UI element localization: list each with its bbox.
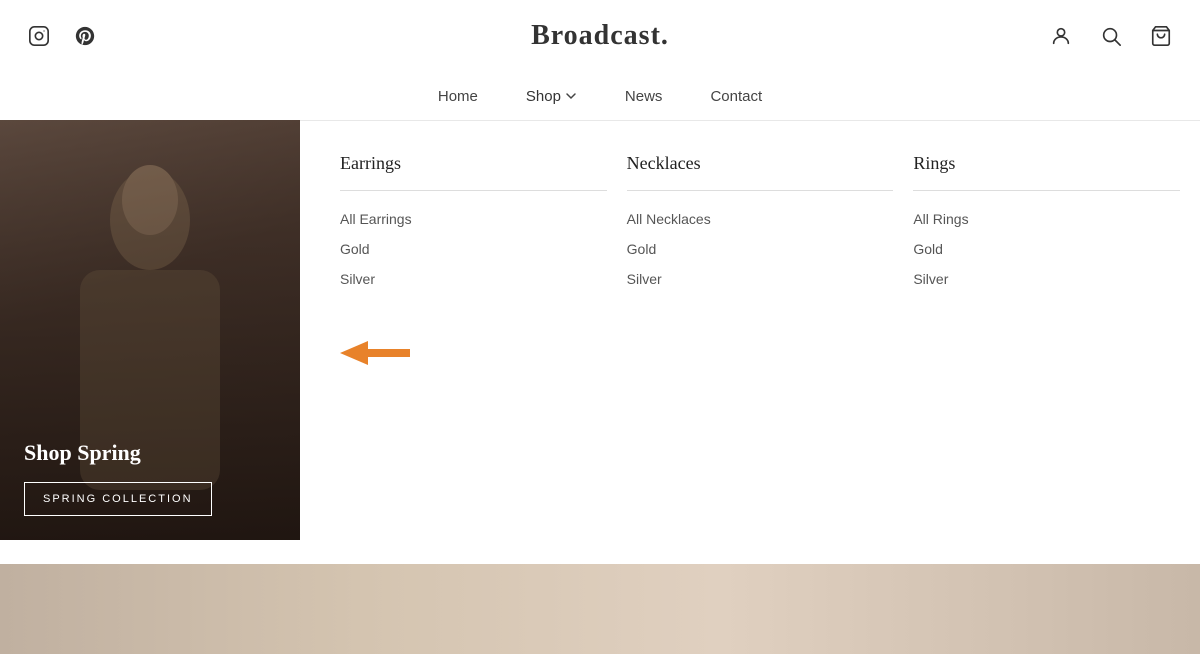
search-icon — [1100, 25, 1122, 47]
nav-contact[interactable]: Contact — [710, 88, 762, 105]
cart-button[interactable] — [1146, 21, 1176, 51]
dropdown-columns: Earrings All Earrings Gold Silver — [300, 153, 1200, 369]
pinterest-icon — [74, 25, 96, 47]
logo-text: Broadcast. — [531, 20, 669, 51]
rings-silver-link[interactable]: Silver — [913, 271, 1180, 287]
back-arrow-icon[interactable] — [340, 337, 410, 369]
header-actions — [1046, 21, 1176, 51]
necklaces-gold-link[interactable]: Gold — [627, 241, 894, 257]
earrings-gold-link[interactable]: Gold — [340, 241, 607, 257]
earrings-column: Earrings All Earrings Gold Silver — [340, 153, 627, 369]
rings-header: Rings — [913, 153, 1180, 191]
nav-news[interactable]: News — [625, 88, 663, 105]
main-nav: Home Shop News Contact — [0, 72, 1200, 120]
necklaces-silver-link[interactable]: Silver — [627, 271, 894, 287]
rings-gold-link[interactable]: Gold — [913, 241, 1180, 257]
earrings-header: Earrings — [340, 153, 607, 191]
pinterest-link[interactable] — [70, 21, 100, 51]
all-earrings-link[interactable]: All Earrings — [340, 211, 607, 227]
rings-column: Rings All Rings Gold Silver — [913, 153, 1200, 369]
search-button[interactable] — [1096, 21, 1126, 51]
earrings-silver-link[interactable]: Silver — [340, 271, 607, 287]
necklaces-header: Necklaces — [627, 153, 894, 191]
back-arrow-container — [340, 337, 607, 369]
instagram-icon — [28, 25, 50, 47]
nav-home[interactable]: Home — [438, 88, 478, 105]
user-icon — [1050, 25, 1072, 47]
all-rings-link[interactable]: All Rings — [913, 211, 1180, 227]
nav-shop[interactable]: Shop — [526, 88, 577, 105]
social-links — [24, 21, 100, 51]
hero-image: Shop Spring SPRING COLLECTION — [0, 120, 300, 540]
all-necklaces-link[interactable]: All Necklaces — [627, 211, 894, 227]
necklaces-column: Necklaces All Necklaces Gold Silver — [627, 153, 914, 369]
hero-title: Shop Spring — [24, 439, 276, 468]
header: Broadcast. — [0, 0, 1200, 72]
bottom-image-overlay — [0, 564, 1200, 654]
bottom-image — [0, 564, 1200, 654]
account-button[interactable] — [1046, 21, 1076, 51]
cart-icon — [1150, 25, 1172, 47]
spring-collection-button[interactable]: SPRING COLLECTION — [24, 482, 212, 516]
instagram-link[interactable] — [24, 21, 54, 51]
chevron-down-icon — [565, 90, 577, 102]
site-logo[interactable]: Broadcast. — [531, 20, 669, 52]
hero-background: Shop Spring SPRING COLLECTION — [0, 120, 300, 540]
hero-overlay: Shop Spring SPRING COLLECTION — [24, 439, 276, 516]
